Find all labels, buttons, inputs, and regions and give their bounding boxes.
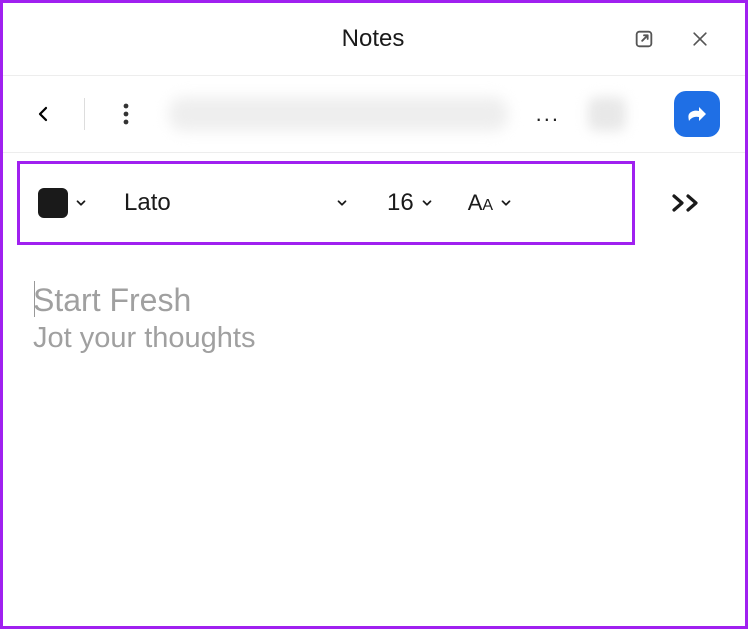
color-swatch — [38, 188, 68, 218]
page-title: Notes — [342, 25, 405, 53]
close-icon[interactable] — [687, 26, 713, 52]
more-menu-icon[interactable] — [111, 99, 141, 129]
share-button[interactable] — [674, 91, 720, 137]
text-color-picker[interactable] — [38, 188, 88, 218]
chevron-down-icon — [420, 196, 434, 210]
open-external-icon[interactable] — [631, 26, 657, 52]
header-bar: Notes — [3, 3, 745, 76]
font-family-picker[interactable]: Lato — [124, 189, 349, 217]
editor-placeholder-subtitle: Jot your thoughts — [33, 321, 715, 356]
avatar-redacted — [588, 97, 626, 131]
more-formatting-button[interactable] — [657, 173, 717, 233]
chevron-down-icon — [74, 196, 88, 210]
font-name-label: Lato — [124, 189, 171, 217]
header-actions — [631, 26, 713, 52]
chevron-down-icon — [335, 196, 349, 210]
chevron-down-icon — [499, 196, 513, 210]
app-frame: Notes — [0, 0, 748, 629]
toolbar-highlight-box: Lato 16 AA — [17, 161, 635, 245]
editor-placeholder-title: Start Fresh — [33, 281, 715, 319]
back-button[interactable] — [28, 99, 58, 129]
note-editor[interactable]: Start Fresh Jot your thoughts — [3, 253, 745, 384]
note-title-redacted — [169, 97, 508, 131]
divider — [84, 98, 85, 130]
nav-row: ... — [3, 76, 745, 153]
text-case-icon: AA — [468, 190, 493, 216]
text-style-picker[interactable]: AA — [468, 190, 513, 216]
toolbar-row: Lato 16 AA — [17, 161, 731, 245]
title-ellipsis: ... — [536, 101, 570, 127]
font-size-picker[interactable]: 16 — [387, 189, 434, 217]
formatting-toolbar: Lato 16 AA — [3, 153, 745, 253]
font-size-label: 16 — [387, 189, 414, 217]
